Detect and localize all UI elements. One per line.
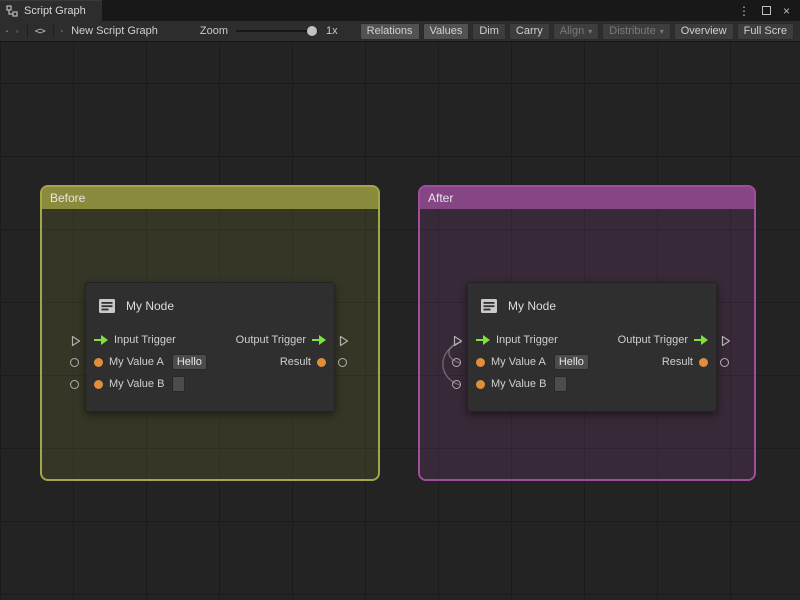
values-button[interactable]: Values: [423, 23, 470, 40]
outer-flow-output-port[interactable]: [721, 335, 731, 347]
value-b-label: My Value B: [491, 378, 546, 390]
node-my-node[interactable]: My Node Input Trigger Output Trigger My …: [467, 282, 717, 412]
distribute-button[interactable]: Distribute ▾: [602, 23, 670, 40]
flow-output-port-icon[interactable]: [312, 335, 326, 345]
zoom-slider[interactable]: [236, 30, 318, 32]
maximize-icon[interactable]: [762, 6, 771, 15]
node-header: My Node: [468, 283, 716, 329]
outer-flow-input-port[interactable]: [71, 335, 81, 347]
result-port-icon[interactable]: [699, 358, 708, 367]
node-row-trigger: Input Trigger Output Trigger: [86, 329, 334, 351]
dim-button[interactable]: Dim: [472, 23, 506, 40]
graph-toolbar: <> New Script Graph Zoom 1x Relations Va…: [0, 21, 800, 42]
value-a-input[interactable]: Hello: [172, 354, 207, 370]
outer-value-a-port[interactable]: [452, 358, 461, 367]
flow-output-port-icon[interactable]: [694, 335, 708, 345]
outer-value-b-port[interactable]: [70, 380, 79, 389]
tab-script-graph[interactable]: Script Graph: [0, 0, 102, 21]
node-my-node[interactable]: My Node Input Trigger Output Trigger My …: [85, 282, 335, 412]
value-b-port-icon[interactable]: [476, 380, 485, 389]
carry-button[interactable]: Carry: [509, 23, 550, 40]
value-a-port-icon[interactable]: [476, 358, 485, 367]
toolbar-buttons: Relations Values Dim Carry Align ▾ Distr…: [360, 23, 794, 40]
graph-pointer-icon: [61, 25, 63, 37]
node-icon: [479, 296, 499, 316]
input-trigger-label: Input Trigger: [496, 334, 558, 346]
value-a-label: My Value A: [109, 356, 164, 368]
menu-kebab-icon[interactable]: ⋮: [738, 5, 750, 17]
overview-button[interactable]: Overview: [674, 23, 734, 40]
value-a-port-icon[interactable]: [94, 358, 103, 367]
lock-icon[interactable]: [6, 25, 8, 37]
node-row-value-a: My Value A Hello Result: [86, 351, 334, 373]
fullscreen-button[interactable]: Full Scre: [737, 23, 794, 40]
outer-flow-output-port[interactable]: [339, 335, 349, 347]
value-a-input[interactable]: Hello: [554, 354, 589, 370]
tab-title: Script Graph: [24, 5, 86, 17]
graph-name-label[interactable]: New Script Graph: [71, 25, 158, 37]
value-a-label: My Value A: [491, 356, 546, 368]
node-title: My Node: [126, 299, 174, 313]
zoom-slider-handle[interactable]: [307, 26, 317, 36]
node-icon: [97, 296, 117, 316]
value-b-port-icon[interactable]: [94, 380, 103, 389]
zoom-label: Zoom: [200, 25, 228, 37]
node-row-trigger: Input Trigger Output Trigger: [468, 329, 716, 351]
relations-button[interactable]: Relations: [360, 23, 420, 40]
dropdown-caret-icon: ▾: [660, 27, 664, 36]
node-title: My Node: [508, 299, 556, 313]
outer-flow-input-port[interactable]: [453, 335, 463, 347]
input-trigger-label: Input Trigger: [114, 334, 176, 346]
output-trigger-label: Output Trigger: [236, 334, 306, 346]
outer-value-a-port[interactable]: [70, 358, 79, 367]
graph-canvas[interactable]: Before After My Node Input T: [0, 42, 800, 600]
info-icon[interactable]: [16, 25, 18, 38]
outer-value-b-port[interactable]: [452, 380, 461, 389]
result-label: Result: [280, 356, 311, 368]
flow-input-port-icon[interactable]: [94, 335, 108, 345]
group-after-header[interactable]: After: [420, 187, 754, 209]
zoom-value: 1x: [326, 25, 338, 37]
outer-result-port[interactable]: [720, 358, 729, 367]
align-button[interactable]: Align ▾: [553, 23, 599, 40]
outer-result-port[interactable]: [338, 358, 347, 367]
node-row-value-b: My Value B: [86, 373, 334, 395]
node-row-value-a: My Value A Hello Result: [468, 351, 716, 373]
result-port-icon[interactable]: [317, 358, 326, 367]
group-title: After: [428, 191, 453, 205]
output-trigger-label: Output Trigger: [618, 334, 688, 346]
node-row-value-b: My Value B: [468, 373, 716, 395]
result-label: Result: [662, 356, 693, 368]
flow-input-port-icon[interactable]: [476, 335, 490, 345]
window-controls: ⋮ ×: [738, 0, 800, 21]
dropdown-caret-icon: ▾: [588, 27, 592, 36]
value-b-label: My Value B: [109, 378, 164, 390]
group-title: Before: [50, 191, 85, 205]
value-b-input[interactable]: [172, 376, 185, 392]
close-icon[interactable]: ×: [783, 5, 790, 17]
zoom-control: Zoom 1x: [200, 25, 338, 37]
code-icon[interactable]: <>: [35, 26, 45, 37]
group-before-header[interactable]: Before: [42, 187, 378, 209]
node-header: My Node: [86, 283, 334, 329]
script-graph-icon: [6, 5, 18, 17]
value-b-input[interactable]: [554, 376, 567, 392]
title-bar: Script Graph ⋮ ×: [0, 0, 800, 21]
